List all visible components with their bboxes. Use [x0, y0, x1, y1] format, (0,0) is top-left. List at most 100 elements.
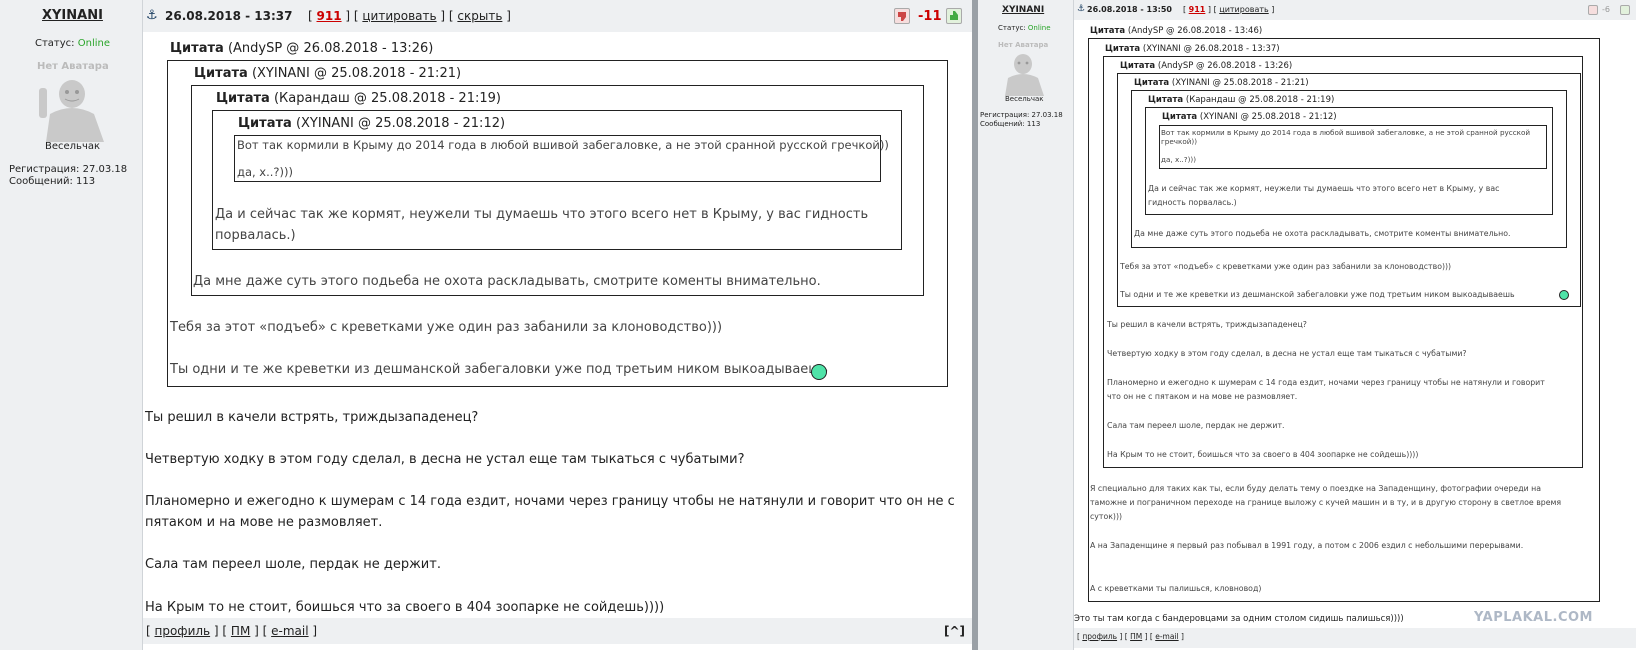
right-quote-link[interactable]: цитировать — [1219, 5, 1268, 14]
avatar-silhouette-icon — [39, 80, 104, 142]
right-quote2-b3a: Планомерно и ежегодно к шумерам с 14 год… — [1107, 378, 1545, 387]
right-smiley-icon — [1559, 290, 1569, 300]
thumb-down-icon[interactable] — [894, 8, 910, 24]
right-quote2-b5: На Крым то не стоит, боишься что за свое… — [1107, 450, 1419, 459]
right-anchor-icon[interactable]: ⚓ — [1077, 4, 1085, 14]
thumb-up-icon[interactable] — [946, 8, 962, 24]
watermark-logo: YAPLAKAL.COM — [1474, 610, 1593, 625]
right-pm-link[interactable]: ПМ — [1130, 632, 1142, 641]
right-avatar-silhouette-icon — [1005, 54, 1044, 96]
left-quote1-header: Цитата (AndySP @ 26.08.2018 - 13:26) — [170, 41, 433, 56]
right-quote1-b1c: суток))) — [1090, 512, 1123, 521]
left-avatar-text: Нет Аватара — [37, 61, 109, 72]
right-post-count: Сообщений: 113 — [980, 120, 1041, 128]
right-profile-link[interactable]: профиль — [1082, 632, 1117, 641]
right-quote2-header: Цитата (AndySP @ 26.08.2018 - 13:26) — [1120, 61, 1292, 71]
left-quote2-header: Цитата (XYINANI @ 25.08.2018 - 21:21) — [194, 66, 461, 81]
anchor-icon[interactable]: ⚓ — [146, 8, 158, 23]
left-quote5-line1: Вот так кормили в Крыму до 2014 года в л… — [237, 138, 889, 152]
left-body-line4: Сала там переел шоле, пердак не держит. — [145, 557, 441, 572]
right-status: Статус: Online — [998, 24, 1051, 32]
right-quote3-text2: Ты одни и те же креветки из дешманской з… — [1120, 290, 1515, 299]
left-rank: Весельчак — [45, 141, 101, 152]
right-quote5-header: Цитата (XYINANI @ 25.08.2018 - 21:12) — [1162, 112, 1337, 122]
left-post-links: [ 911 ] [ цитировать ] [ скрыть ] — [308, 9, 511, 23]
right-quote0-title: Цитата — [1090, 26, 1126, 36]
right-quote6-line1: Вот так кормили в Крыму до 2014 года в л… — [1161, 128, 1531, 137]
left-quote1-meta: (AndySP @ 26.08.2018 - 13:26) — [227, 41, 434, 56]
left-quote4-text2: порвалась.) — [215, 228, 296, 243]
right-quote1-b1b: таможне и пограничном переходе на границ… — [1090, 498, 1562, 507]
right-quote1-b3: А с креветками ты палишься, кловновод) — [1090, 584, 1262, 593]
left-quote2-title: Цитата — [194, 66, 248, 81]
right-quote5-text2: гидность порвалась.) — [1148, 198, 1237, 207]
left-body-line3a: Планомерно и ежегодно к шумерам с 14 год… — [145, 494, 955, 509]
right-quote3-header: Цитата (XYINANI @ 25.08.2018 - 21:21) — [1134, 78, 1309, 88]
right-quote0-header: Цитата (AndySP @ 26.08.2018 - 13:46) — [1090, 26, 1262, 36]
left-quote-link[interactable]: цитировать — [362, 9, 436, 23]
left-quote3-title: Цитата — [216, 91, 270, 106]
right-quote3-title: Цитата — [1134, 78, 1170, 88]
right-quote2-meta: (AndySP @ 26.08.2018 - 13:26) — [1157, 61, 1293, 71]
right-status-label: Статус: — [998, 24, 1026, 32]
right-quote5-title: Цитата — [1162, 112, 1198, 122]
left-body-line1: Ты решил в качели встрять, триждызападен… — [145, 410, 479, 425]
right-rank: Весельчак — [1005, 95, 1044, 103]
left-body-line2: Четвертую ходку в этом году сделал, в де… — [145, 452, 745, 467]
right-footer-links: [ профиль ] [ ПМ ] [ e-mail ] — [1077, 632, 1184, 641]
right-post: XYINANI Статус: Online Нет Аватара Весел… — [978, 0, 1636, 650]
left-body-line5: На Крым то не стоит, боишься что за свое… — [145, 600, 665, 615]
right-post-links: [ 911 ] [ цитировать ] — [1183, 5, 1275, 14]
left-quote4-meta: (XYINANI @ 25.08.2018 - 21:12) — [295, 116, 506, 131]
left-quote3-meta: (Карандаш @ 25.08.2018 - 21:19) — [273, 91, 501, 106]
left-rating: -11 — [918, 9, 942, 24]
right-quote6-line2: да, х..?))) — [1161, 155, 1196, 164]
right-email-link[interactable]: e-mail — [1155, 632, 1178, 641]
right-quote2-b2: Четвертую ходку в этом году сделал, в де… — [1107, 349, 1467, 358]
right-quote1-header: Цитата (XYINANI @ 26.08.2018 - 13:37) — [1105, 44, 1280, 54]
left-quote3-text: Да мне даже суть этого подьеба не охота … — [193, 274, 821, 289]
right-thumb-up-icon[interactable] — [1620, 5, 1630, 15]
left-avatar: Нет Аватара — [36, 60, 110, 142]
right-quote4-text: Да мне даже суть этого подьеба не охота … — [1134, 229, 1511, 238]
left-quote4-text1: Да и сейчас так же кормят, неужели ты ду… — [215, 207, 869, 222]
left-profile-link[interactable]: профиль — [155, 624, 211, 638]
smiley-icon — [811, 364, 827, 380]
right-quote3-meta: (XYINANI @ 25.08.2018 - 21:21) — [1171, 78, 1309, 88]
left-post-date: 26.08.2018 - 13:37 — [165, 9, 293, 23]
left-email-link[interactable]: e-mail — [271, 624, 308, 638]
left-quote4-title: Цитата — [238, 116, 292, 131]
left-body-line3b: пятаком и на мове не размовляет. — [145, 515, 383, 530]
right-username[interactable]: XYINANI — [1002, 5, 1044, 15]
right-quote1-b2: А на Западенщине я первый раз побывал в … — [1090, 541, 1524, 550]
right-quote3-text1: Тебя за этот «подъеб» с креветками уже о… — [1120, 262, 1452, 271]
right-thumb-down-icon[interactable] — [1588, 5, 1598, 15]
right-quote5-text1: Да и сейчас так же кормят, неужели ты ду… — [1148, 184, 1500, 193]
left-quote1-title: Цитата — [170, 41, 224, 56]
left-quote1-text2: Ты одни и те же креветки из дешманской з… — [170, 362, 828, 377]
right-post-date: 26.08.2018 - 13:50 — [1087, 5, 1172, 14]
right-quote2-b1: Ты решил в качели встрять, триждызападен… — [1107, 320, 1307, 329]
right-reg-date: Регистрация: 27.03.18 — [980, 111, 1063, 119]
right-quote4-title: Цитата — [1148, 95, 1184, 105]
right-quote0-meta: (AndySP @ 26.08.2018 - 13:46) — [1127, 26, 1263, 36]
left-post-count: Сообщений: 113 — [9, 176, 96, 187]
left-post: XYINANI Статус: Online Нет Аватара Весел… — [0, 0, 972, 650]
right-rating: -6 — [1602, 5, 1610, 14]
right-quote1-b1a: Я специально для таких как ты, если буду… — [1090, 484, 1542, 493]
right-quote1-meta: (XYINANI @ 26.08.2018 - 13:37) — [1142, 44, 1280, 54]
left-quote1-text1: Тебя за этот «подъеб» с креветками уже о… — [170, 320, 723, 335]
left-hide-link[interactable]: скрыть — [457, 9, 502, 23]
right-avatar: Нет Аватара — [998, 40, 1048, 96]
left-quote5-line2: да, х..?))) — [237, 165, 293, 179]
left-post-number[interactable]: 911 — [317, 9, 342, 23]
left-status-value: Online — [77, 38, 110, 49]
left-quote3-header: Цитата (Карандаш @ 25.08.2018 - 21:19) — [216, 91, 501, 106]
left-status-label: Статус: — [35, 38, 75, 49]
scroll-top-button[interactable]: [^] — [944, 624, 965, 638]
left-pm-link[interactable]: ПМ — [231, 624, 250, 638]
right-post-number[interactable]: 911 — [1189, 5, 1206, 14]
right-quote2-b3b: что он не с пятаком и на мове не размовл… — [1107, 392, 1298, 401]
right-quote4-meta: (Карандаш @ 25.08.2018 - 21:19) — [1185, 95, 1335, 105]
left-username[interactable]: XYINANI — [42, 8, 103, 23]
